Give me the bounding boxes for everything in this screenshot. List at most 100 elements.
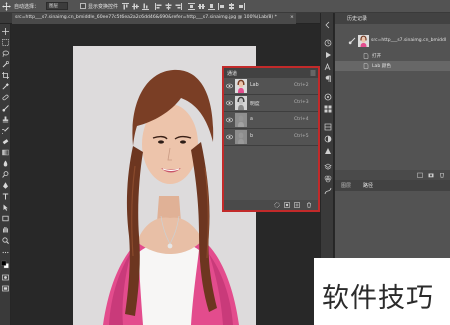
gradient-tool[interactable] [2,149,9,156]
align-hcenter-icon[interactable] [165,3,172,10]
show-transform-label: 显示变换控件 [88,4,119,10]
align-vcenter-icon[interactable] [132,3,139,10]
adjustments-icon[interactable] [324,135,332,143]
screen-mode-icon[interactable] [2,285,9,292]
channel-row[interactable]: a Ctrl+4 [224,112,318,129]
styles-icon[interactable] [324,147,332,155]
eye-icon[interactable] [226,100,233,106]
channels-panel: 通道 Lab Ctrl+2 明度 Ctrl+3 a Ctrl+4 b Ctrl+… [222,66,320,212]
marquee-tool[interactable] [2,39,9,46]
align-top-icon[interactable] [122,3,129,10]
blur-tool[interactable] [2,160,9,167]
channel-row[interactable]: b Ctrl+5 [224,129,318,146]
clone-stamp-tool[interactable] [2,116,9,123]
tools-panel [0,24,11,325]
distribute-right-icon[interactable] [238,3,245,10]
panel-menu-icon[interactable] [310,70,316,76]
history-state[interactable]: 打开 [335,51,450,61]
show-transform-checkbox[interactable] [80,3,86,9]
zoom-tool[interactable] [2,237,9,244]
load-selection-icon[interactable] [274,202,280,208]
brush-tool[interactable] [2,105,9,112]
delete-channel-icon[interactable] [306,202,312,208]
channels-panel-header: 通道 [224,68,318,78]
swatches-icon[interactable] [324,105,332,113]
history-snapshot[interactable]: src=http___s7.sinaimg.cn_bmiddl [335,33,450,49]
type-tool[interactable] [2,193,9,200]
auto-select-dropdown[interactable]: 图层 [46,2,68,10]
save-selection-icon[interactable] [284,202,290,208]
camera-icon[interactable] [428,172,434,178]
snapshot-thumbnail [358,35,369,47]
move-tool-icon[interactable] [2,2,11,11]
distribute-bottom-icon[interactable] [208,3,215,10]
libraries-icon[interactable] [324,123,332,131]
watermark-text: 软件技巧 [322,283,434,314]
more-tools-icon[interactable] [2,249,9,256]
new-channel-icon[interactable] [294,202,300,208]
history-state-label: 打开 [372,54,382,59]
lasso-tool[interactable] [2,50,9,57]
channel-name: a [250,117,253,122]
eye-icon[interactable] [226,134,233,140]
layers-icon[interactable] [324,163,332,171]
paragraph-icon[interactable] [324,75,332,83]
channel-name: b [250,134,254,139]
healing-brush-tool[interactable] [2,94,9,101]
channel-thumbnail [235,130,247,144]
pen-tool[interactable] [2,182,9,189]
rectangle-tool[interactable] [2,215,9,222]
hand-tool[interactable] [2,226,9,233]
distribute-left-icon[interactable] [218,3,225,10]
history-state[interactable]: Lab 颜色 [335,61,450,71]
close-tab-icon[interactable]: × [290,15,294,20]
document-icon [363,63,369,69]
path-selection-tool[interactable] [2,204,9,211]
align-left-icon[interactable] [155,3,162,10]
color-icon[interactable] [324,93,332,101]
distribute-hcenter-icon[interactable] [228,3,235,10]
move-tool[interactable] [2,28,9,35]
eraser-tool[interactable] [2,138,9,145]
history-icon[interactable] [324,39,332,47]
delete-icon[interactable] [439,172,445,178]
crop-tool[interactable] [2,72,9,79]
eyedropper-tool[interactable] [2,83,9,90]
paths-icon[interactable] [324,187,332,195]
history-panel-footer [335,170,450,180]
channels-panel-title[interactable]: 通道 [227,70,237,77]
color-swatches[interactable] [1,260,9,269]
eye-icon[interactable] [226,117,233,123]
history-brush-source-icon[interactable] [348,37,356,45]
history-tab[interactable]: 历史记录 [347,15,367,22]
distribute-vcenter-icon[interactable] [198,3,205,10]
tab-paths[interactable]: 路径 [363,182,373,189]
channels-icon[interactable] [324,175,332,183]
snapshot-name: src=http___s7.sinaimg.cn_bmiddl [371,38,447,43]
collapse-panels-icon[interactable] [324,21,332,29]
actions-icon[interactable] [324,51,332,59]
distribute-top-icon[interactable] [188,3,195,10]
history-state-label: Lab 颜色 [372,64,391,69]
tab-layers[interactable]: 图层 [341,182,351,189]
dodge-tool[interactable] [2,171,9,178]
channel-shortcut: Ctrl+4 [294,117,309,122]
new-document-icon[interactable] [417,172,423,178]
history-brush-tool[interactable] [2,127,9,134]
auto-select-value: 图层 [49,4,58,9]
document-tab-bar: src=http___s7.sinaimg.cn_bmiddle_60ee77c… [0,13,320,24]
character-icon[interactable] [324,63,332,71]
channel-thumbnail [235,96,247,110]
align-right-icon[interactable] [175,3,182,10]
options-bar: 自动选择： 图层 显示变换控件 [0,0,450,13]
channel-shortcut: Ctrl+5 [294,134,309,139]
quick-mask-icon[interactable] [2,274,9,281]
channel-row[interactable]: 明度 Ctrl+3 [224,95,318,112]
quick-select-tool[interactable] [2,61,9,68]
eye-icon[interactable] [226,83,233,89]
channel-row[interactable]: Lab Ctrl+2 [224,78,318,95]
align-bottom-icon[interactable] [142,3,149,10]
channel-thumbnail [235,113,247,127]
channel-name: Lab [250,83,259,88]
document-tab[interactable]: src=http___s7.sinaimg.cn_bmiddle_60ee77c… [12,13,296,24]
